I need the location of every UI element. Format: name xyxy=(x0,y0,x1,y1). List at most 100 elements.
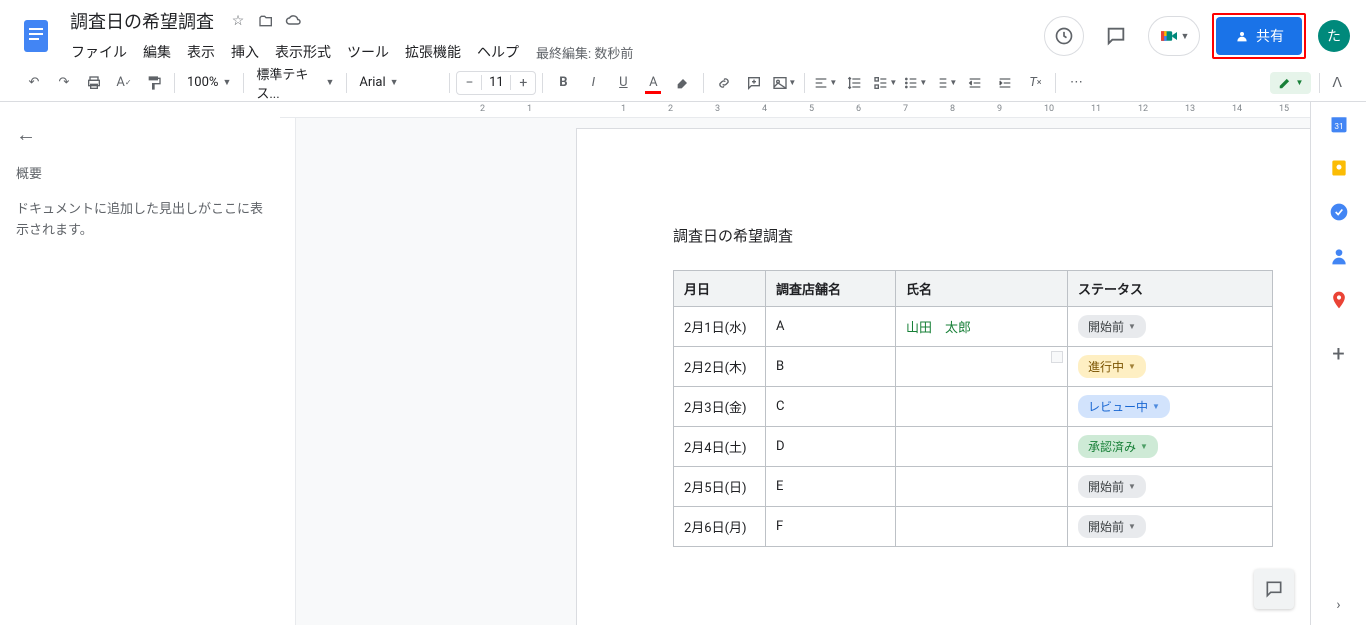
underline-button[interactable]: U xyxy=(609,69,637,97)
cloud-status-icon[interactable] xyxy=(284,11,304,31)
cell-date[interactable]: 2月2日(木) xyxy=(674,347,766,387)
table-row[interactable]: 2月4日(土)D 承認済み▼ xyxy=(674,427,1273,467)
menu-insert[interactable]: 挿入 xyxy=(224,38,266,66)
menu-file[interactable]: ファイル xyxy=(64,38,134,66)
print-button[interactable] xyxy=(80,69,108,97)
cell-status[interactable]: 承認済み▼ xyxy=(1068,427,1273,467)
cell-name[interactable]: 山田 太郎 xyxy=(896,307,1068,347)
comments-button[interactable] xyxy=(1096,16,1136,56)
menu-extensions[interactable]: 拡張機能 xyxy=(398,38,468,66)
status-chip[interactable]: 承認済み▼ xyxy=(1078,435,1158,458)
table-header[interactable]: 月日 xyxy=(674,271,766,307)
share-button[interactable]: 共有 xyxy=(1216,17,1302,55)
cell-date[interactable]: 2月3日(金) xyxy=(674,387,766,427)
collapse-sidepanel-button[interactable]: › xyxy=(1336,597,1340,613)
numbered-list-button[interactable]: ▼ xyxy=(931,69,959,97)
contacts-icon[interactable] xyxy=(1329,246,1349,266)
meet-button[interactable]: ▼ xyxy=(1148,16,1200,56)
cell-name[interactable] xyxy=(896,507,1068,547)
cell-date[interactable]: 2月4日(土) xyxy=(674,427,766,467)
cell-name[interactable] xyxy=(896,467,1068,507)
menu-tools[interactable]: ツール xyxy=(340,38,396,66)
survey-table[interactable]: 月日調査店舗名氏名ステータス 2月1日(水)A山田 太郎開始前▼2月2日(木)B… xyxy=(673,270,1273,547)
bold-button[interactable]: B xyxy=(549,69,577,97)
cell-name[interactable] xyxy=(896,387,1068,427)
move-icon[interactable] xyxy=(256,11,276,31)
cell-date[interactable]: 2月6日(月) xyxy=(674,507,766,547)
indent-increase-button[interactable] xyxy=(991,69,1019,97)
table-header[interactable]: 調査店舗名 xyxy=(766,271,896,307)
menu-edit[interactable]: 編集 xyxy=(136,38,178,66)
docs-logo-icon[interactable] xyxy=(16,16,56,56)
user-avatar[interactable]: た xyxy=(1318,20,1350,52)
vertical-ruler[interactable] xyxy=(280,118,296,625)
menu-view[interactable]: 表示 xyxy=(180,38,222,66)
keep-icon[interactable] xyxy=(1329,158,1349,178)
collapse-toolbar-button[interactable]: ᐱ xyxy=(1328,71,1346,95)
add-addon-button[interactable]: + xyxy=(1332,342,1344,367)
status-chip[interactable]: 開始前▼ xyxy=(1078,315,1146,338)
calendar-icon[interactable]: 31 xyxy=(1329,114,1349,134)
font-size-decrease[interactable]: − xyxy=(457,75,481,91)
table-row[interactable]: 2月3日(金)C レビュー中▼ xyxy=(674,387,1273,427)
table-row[interactable]: 2月5日(日)E開始前▼ xyxy=(674,467,1273,507)
undo-button[interactable]: ↶ xyxy=(20,69,48,97)
paint-format-button[interactable] xyxy=(140,69,168,97)
star-icon[interactable]: ☆ xyxy=(228,11,248,31)
cell-store[interactable]: E xyxy=(766,467,896,507)
maps-icon[interactable] xyxy=(1329,290,1349,310)
image-button[interactable]: ▼ xyxy=(770,69,798,97)
spellcheck-button[interactable]: A✓ xyxy=(110,69,138,97)
table-header[interactable]: 氏名 xyxy=(896,271,1068,307)
cell-name[interactable] xyxy=(896,427,1068,467)
cell-status[interactable]: 開始前▼ xyxy=(1068,467,1273,507)
cell-store[interactable]: C xyxy=(766,387,896,427)
cell-store[interactable]: B xyxy=(766,347,896,387)
add-comment-button[interactable] xyxy=(740,69,768,97)
redo-button[interactable]: ↷ xyxy=(50,69,78,97)
clear-format-button[interactable]: T× xyxy=(1021,69,1049,97)
zoom-select[interactable]: 100%▼ xyxy=(181,70,237,96)
cell-status[interactable]: レビュー中▼ xyxy=(1068,387,1273,427)
indent-decrease-button[interactable] xyxy=(961,69,989,97)
font-size-value[interactable]: 11 xyxy=(481,75,511,90)
highlight-button[interactable] xyxy=(669,69,697,97)
cell-store[interactable]: D xyxy=(766,427,896,467)
table-row[interactable]: 2月2日(木)B 進行中▼ xyxy=(674,347,1273,387)
outline-back-button[interactable]: ← xyxy=(16,122,264,147)
history-button[interactable] xyxy=(1044,16,1084,56)
text-color-button[interactable]: A xyxy=(639,69,667,97)
cell-status[interactable]: 進行中▼ xyxy=(1068,347,1273,387)
status-chip[interactable]: 進行中▼ xyxy=(1078,355,1146,378)
cell-store[interactable]: F xyxy=(766,507,896,547)
menu-format[interactable]: 表示形式 xyxy=(268,38,338,66)
table-header[interactable]: ステータス xyxy=(1068,271,1273,307)
style-select[interactable]: 標準テキス...▼ xyxy=(250,70,340,96)
align-button[interactable]: ▼ xyxy=(811,69,839,97)
status-chip[interactable]: 開始前▼ xyxy=(1078,515,1146,538)
horizontal-ruler[interactable]: 21123456789101112131415161718 xyxy=(280,102,1310,118)
link-button[interactable] xyxy=(710,69,738,97)
last-edit-label[interactable]: 最終編集: 数秒前 xyxy=(536,43,633,62)
table-row[interactable]: 2月1日(水)A山田 太郎開始前▼ xyxy=(674,307,1273,347)
line-spacing-button[interactable] xyxy=(841,69,869,97)
cell-date[interactable]: 2月1日(水) xyxy=(674,307,766,347)
explore-button[interactable] xyxy=(1254,569,1294,609)
cell-status[interactable]: 開始前▼ xyxy=(1068,507,1273,547)
cell-status[interactable]: 開始前▼ xyxy=(1068,307,1273,347)
status-chip[interactable]: レビュー中▼ xyxy=(1078,395,1170,418)
checklist-button[interactable]: ▼ xyxy=(871,69,899,97)
tasks-icon[interactable] xyxy=(1329,202,1349,222)
italic-button[interactable]: I xyxy=(579,69,607,97)
status-chip[interactable]: 開始前▼ xyxy=(1078,475,1146,498)
table-row[interactable]: 2月6日(月)F 開始前▼ xyxy=(674,507,1273,547)
editing-mode-button[interactable]: ▼ xyxy=(1270,72,1312,94)
cell-store[interactable]: A xyxy=(766,307,896,347)
menu-help[interactable]: ヘルプ xyxy=(470,38,526,66)
more-button[interactable]: ⋯ xyxy=(1062,69,1090,97)
font-select[interactable]: Arial▼ xyxy=(353,70,443,96)
cell-name[interactable] xyxy=(896,347,1068,387)
font-size-increase[interactable]: + xyxy=(511,75,535,91)
bullet-list-button[interactable]: ▼ xyxy=(901,69,929,97)
document-title[interactable]: 調査日の希望調査 xyxy=(64,6,220,36)
